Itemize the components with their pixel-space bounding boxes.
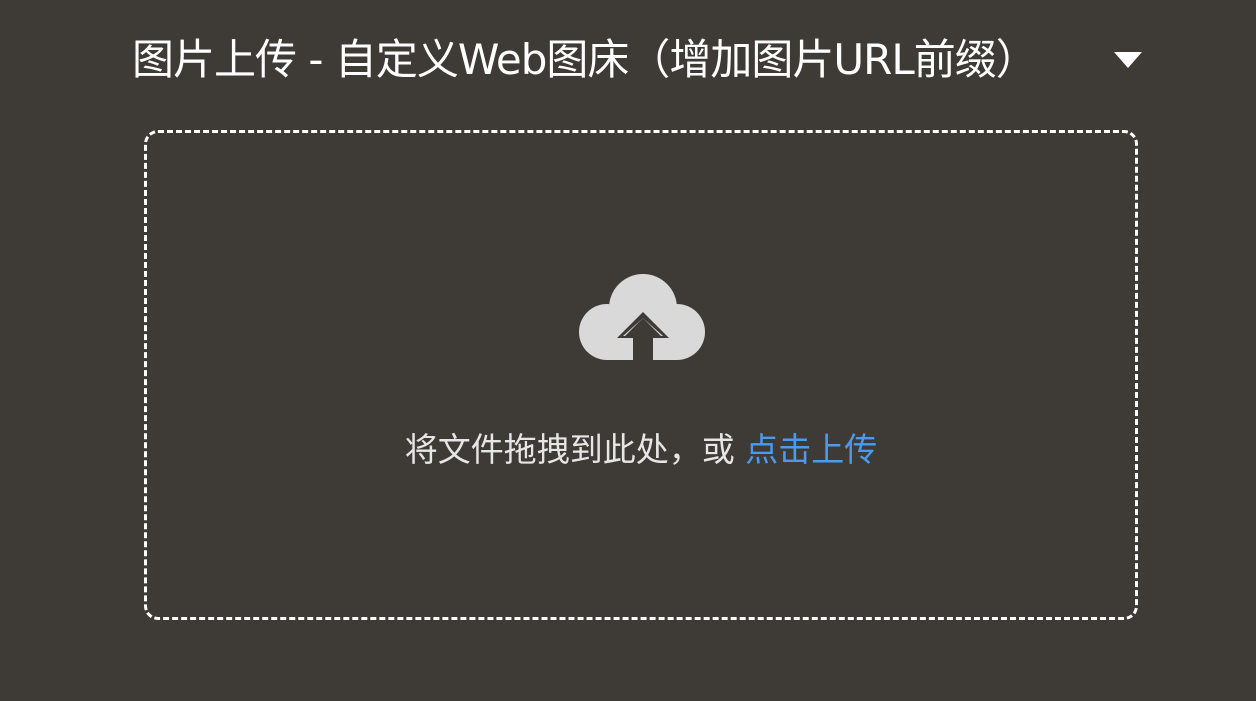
triangle-down-icon[interactable]	[1114, 52, 1142, 68]
file-dropzone[interactable]: 将文件拖拽到此处，或 点击上传	[144, 130, 1138, 620]
upload-hint: 将文件拖拽到此处，或 点击上传	[147, 428, 1135, 472]
page-title: 图片上传 - 自定义Web图床（增加图片URL前缀）	[132, 35, 1038, 84]
click-upload-link[interactable]: 点击上传	[745, 430, 877, 469]
upload-panel-header[interactable]: 图片上传 - 自定义Web图床（增加图片URL前缀）	[132, 28, 1142, 92]
drag-drop-hint-text: 将文件拖拽到此处，或	[404, 430, 746, 469]
cloud-upload-icon	[579, 274, 705, 370]
upload-page: 图片上传 - 自定义Web图床（增加图片URL前缀） 将文件拖拽到此处，或 点击…	[0, 0, 1256, 701]
